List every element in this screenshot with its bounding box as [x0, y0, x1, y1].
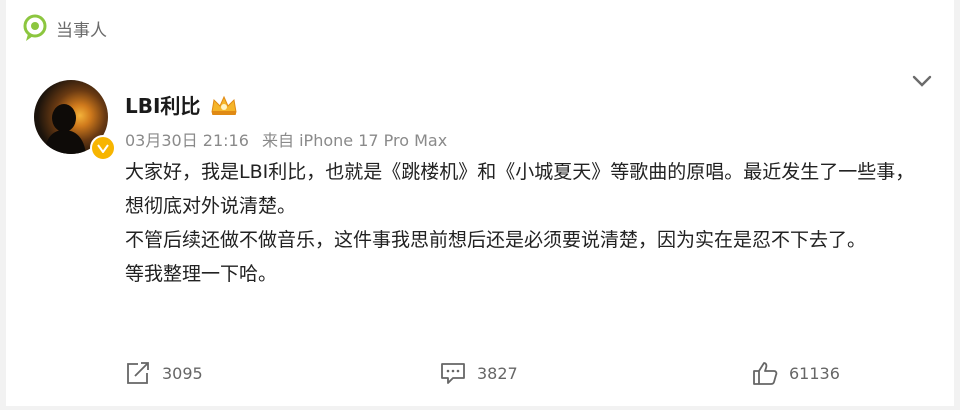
comment-button[interactable]: 3827: [439, 360, 518, 386]
location-pin-icon: [23, 14, 47, 41]
post-paragraph: 不管后续还做不做音乐，这件事我思前想后还是必须要说清楚，因为实在是忍不下去了。: [125, 229, 867, 251]
like-button[interactable]: 61136: [751, 360, 840, 386]
like-count: 61136: [789, 363, 840, 383]
topic-tag[interactable]: 当事人: [22, 13, 107, 43]
post-card: 当事人 LBI利比 03月30日 21:16 来自 iPhone 17 Pro …: [6, 0, 954, 406]
topic-tag-label: 当事人: [56, 20, 107, 41]
post-source: 来自 iPhone 17 Pro Max: [262, 131, 448, 150]
username[interactable]: LBI利比: [125, 90, 200, 119]
post-meta: 03月30日 21:16 来自 iPhone 17 Pro Max: [125, 127, 455, 151]
post-paragraph: 等我整理一下哈。: [125, 263, 278, 285]
crown-badge-icon: [211, 95, 237, 115]
verified-badge-icon: [90, 135, 116, 161]
repost-icon: [127, 362, 149, 384]
comment-count: 3827: [477, 363, 518, 383]
comment-icon: [441, 363, 465, 384]
repost-count: 3095: [162, 363, 203, 383]
repost-button[interactable]: 3095: [124, 360, 203, 386]
action-bar: 3095 3827 61136: [6, 360, 954, 394]
thumbs-up-icon: [753, 362, 778, 385]
post-date[interactable]: 03月30日 21:16: [125, 131, 249, 150]
post-paragraph: 大家好，我是LBI利比，也就是《跳楼机》和《小城夏天》等歌曲的原唱。最近发生了一…: [125, 161, 915, 217]
post-body: 大家好，我是LBI利比，也就是《跳楼机》和《小城夏天》等歌曲的原唱。最近发生了一…: [125, 155, 925, 291]
chevron-down-icon[interactable]: [911, 73, 933, 89]
